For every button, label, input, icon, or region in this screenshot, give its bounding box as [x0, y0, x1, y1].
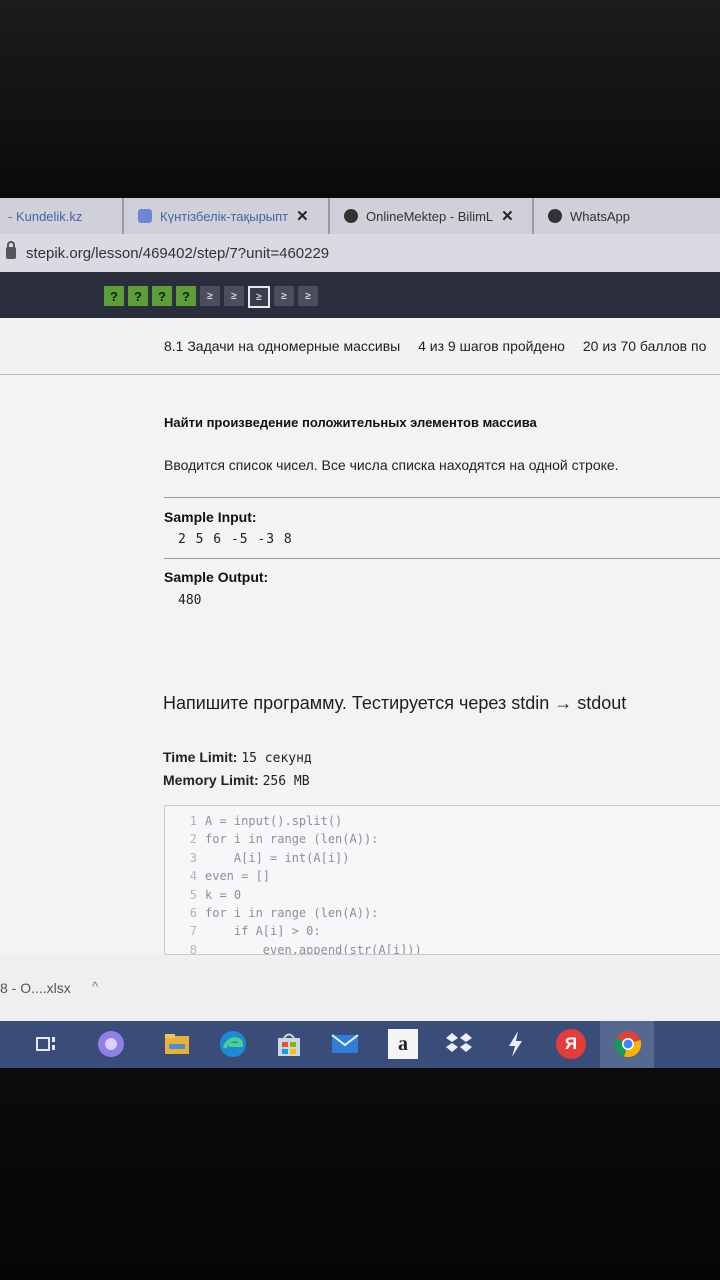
document-icon: [138, 209, 152, 223]
time-limit-value: 15 секунд: [241, 751, 312, 766]
download-file[interactable]: 8 - О....xlsx: [0, 980, 71, 996]
screen: - Kundelik.kz Күнтізбелік-тақырыпт ✕ Onl…: [0, 198, 720, 1068]
downloads-bar: 8 - О....xlsx ^: [0, 955, 720, 1021]
step-list: ???? ≥ ≥ ≥ ≥ ≥: [104, 286, 318, 308]
tab-kundelik[interactable]: - Kundelik.kz: [0, 198, 124, 234]
code-text: even.append(str(A[i])): [205, 942, 422, 955]
code-line[interactable]: 6 for i in range (len(A)):: [175, 906, 379, 924]
yandex-icon[interactable]: Я: [556, 1029, 586, 1059]
line-number: 2: [189, 832, 197, 847]
close-tab-icon[interactable]: ✕: [296, 207, 309, 225]
code-line[interactable]: 2 for i in range (len(A)):: [175, 832, 379, 850]
program-heading: Напишите программу. Тестируется через st…: [163, 693, 627, 713]
divider: [164, 497, 720, 498]
divider: [164, 558, 720, 559]
step-code-item[interactable]: ≥: [248, 286, 270, 308]
code-line[interactable]: 8 even.append(str(A[i])): [175, 942, 422, 955]
task-view-icon[interactable]: [32, 1029, 62, 1059]
task-description: Вводится список чисел. Все числа списка …: [164, 457, 619, 473]
memory-limit: Memory Limit: 256 MB: [163, 772, 310, 789]
lesson-progress: 4 из 9 шагов пройдено: [418, 338, 565, 354]
code-line[interactable]: 7 if A[i] > 0:: [175, 924, 321, 942]
line-number: 8: [189, 942, 197, 955]
memory-limit-value: 256 MB: [262, 774, 310, 789]
browser-tab-bar: - Kundelik.kz Күнтізбелік-тақырыпт ✕ Onl…: [0, 198, 720, 234]
line-number: 7: [189, 924, 197, 939]
step-code-item[interactable]: ≥: [224, 286, 244, 306]
close-tab-icon[interactable]: ✕: [501, 207, 514, 225]
monitor-bezel-top: [0, 0, 720, 200]
chevron-up-icon[interactable]: ^: [92, 979, 98, 994]
lesson-title[interactable]: 8.1 Задачи на одномерные массивы: [164, 338, 400, 354]
code-text: for i in range (len(A)):: [205, 906, 379, 920]
step-code-item[interactable]: ≥: [274, 286, 294, 306]
step-quiz-item[interactable]: ?: [104, 286, 124, 306]
step-code-item[interactable]: ≥: [298, 286, 318, 306]
step-content: Найти произведение положительных элемент…: [0, 375, 720, 955]
memory-limit-label: Memory Limit:: [163, 772, 259, 788]
tab-label: - Kundelik.kz: [8, 208, 83, 224]
tab-kuntizbelik[interactable]: Күнтізбелік-тақырыпт ✕: [124, 198, 330, 234]
tab-onlinemektep[interactable]: OnlineMektep - BilimL ✕: [330, 198, 534, 234]
time-limit: Time Limit: 15 секунд: [163, 749, 312, 766]
lesson-score: 20 из 70 баллов по: [582, 338, 707, 354]
line-number: 6: [189, 906, 197, 920]
code-text: even = []: [205, 869, 271, 884]
address-bar[interactable]: stepik.org/lesson/469402/step/7?unit=460…: [0, 234, 720, 272]
code-text: if A[i] > 0:: [205, 924, 321, 939]
monitor-bezel-bottom: [0, 1068, 720, 1280]
lock-icon: [6, 241, 16, 259]
line-number: 3: [189, 850, 197, 865]
onlinemektep-icon: [344, 209, 358, 223]
line-number: 4: [189, 869, 197, 884]
line-number: 1: [189, 814, 197, 828]
step-quiz-item[interactable]: ?: [152, 286, 172, 306]
code-text: for i in range (len(A)):: [205, 832, 379, 847]
code-text: k = 0: [205, 887, 242, 902]
code-text: A[i] = int(A[i]): [205, 850, 350, 865]
lesson-header: 8.1 Задачи на одномерные массивы 4 из 9 …: [0, 318, 720, 375]
sample-output-value: 480: [178, 593, 202, 608]
code-line[interactable]: 3 A[i] = int(A[i]): [175, 851, 350, 869]
step-code-item[interactable]: ≥: [200, 286, 220, 306]
sample-input-value: 2 5 6 -5 -3 8: [178, 532, 293, 547]
lightning-app-icon[interactable]: [500, 1029, 530, 1059]
step-quiz-item[interactable]: ?: [128, 286, 148, 306]
store-icon[interactable]: [274, 1029, 304, 1059]
file-explorer-icon[interactable]: [162, 1029, 192, 1059]
windows-taskbar: a Я: [0, 1021, 720, 1068]
chrome-icon[interactable]: [613, 1029, 643, 1059]
mail-icon[interactable]: [330, 1029, 360, 1059]
cortana-icon[interactable]: [96, 1029, 126, 1059]
task-title: Найти произведение положительных элемент…: [164, 415, 537, 430]
url-text[interactable]: stepik.org/lesson/469402/step/7?unit=460…: [26, 245, 329, 262]
sample-output-label: Sample Output:: [164, 569, 269, 585]
step-navigation-bar: ???? ≥ ≥ ≥ ≥ ≥: [0, 272, 720, 318]
code-editor[interactable]: 1 A = input().split() 2 for i in range (len…: [164, 805, 720, 955]
code-line[interactable]: 4 even = []: [175, 869, 270, 887]
code-text: A = input().split(): [205, 814, 343, 828]
tab-label: Күнтізбелік-тақырыпт: [160, 208, 289, 224]
line-number: 5: [189, 887, 197, 902]
amazon-icon[interactable]: a: [388, 1029, 418, 1059]
tab-label: WhatsApp: [570, 208, 630, 224]
dropbox-icon[interactable]: [444, 1029, 474, 1059]
tab-whatsapp[interactable]: WhatsApp: [534, 198, 720, 234]
code-line[interactable]: 5 k = 0: [175, 888, 241, 906]
tab-label: OnlineMektep - BilimL: [366, 208, 494, 224]
step-quiz-item[interactable]: ?: [176, 286, 196, 306]
time-limit-label: Time Limit:: [163, 749, 238, 765]
code-line[interactable]: 1 A = input().split(): [175, 814, 343, 832]
sample-input-label: Sample Input:: [164, 509, 257, 525]
edge-icon[interactable]: [218, 1029, 248, 1059]
whatsapp-icon: [548, 209, 562, 223]
